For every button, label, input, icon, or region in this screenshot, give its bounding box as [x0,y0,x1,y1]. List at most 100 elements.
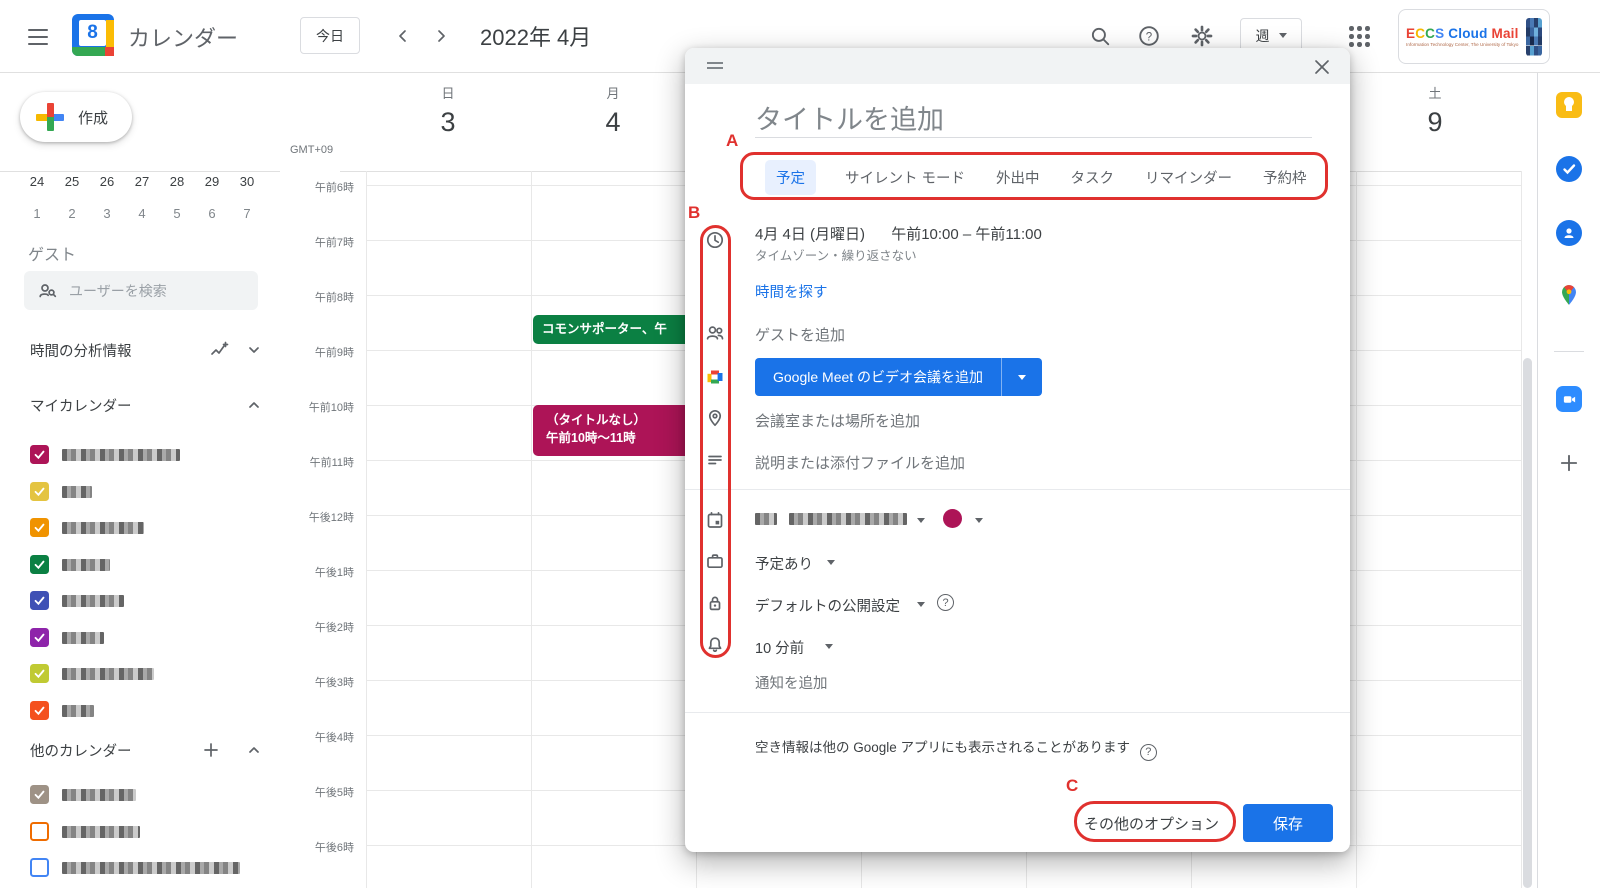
contacts-icon[interactable] [1555,219,1583,247]
save-button[interactable]: 保存 [1243,804,1333,842]
calendar-list-item[interactable] [0,858,280,880]
next-week-icon[interactable] [428,23,454,49]
event-type-tab[interactable]: 予約枠 [1261,160,1309,195]
today-button[interactable]: 今日 [300,17,360,54]
calendar-list-item[interactable] [0,628,280,650]
my-calendars-header[interactable]: マイカレンダー [0,393,280,417]
add-calendar-icon[interactable] [200,739,222,761]
calendar-list-item[interactable] [0,591,280,613]
calendar-checkbox[interactable] [30,664,49,683]
event-color-dot[interactable] [943,509,962,528]
event-type-tab[interactable]: 予定 [765,160,816,195]
calendar-checkbox[interactable] [30,858,49,877]
calendar-checkbox[interactable] [30,482,49,501]
event-time-range[interactable]: 午前10:00 – 午前11:00 [891,226,1042,243]
event-type-tab[interactable]: 外出中 [994,160,1042,195]
reminder-selector[interactable]: 10 分前 [755,637,804,658]
mini-calendar-day[interactable]: 30 [232,174,262,189]
mini-calendar-day[interactable]: 25 [57,174,87,189]
calendar-checkbox[interactable] [30,591,49,610]
mini-calendar-day[interactable]: 2 [57,206,87,221]
add-guests-field[interactable]: ゲストを追加 [755,324,845,345]
prev-week-icon[interactable] [390,23,416,49]
grid-scrollbar[interactable] [1523,358,1532,888]
calendar-list-item[interactable] [0,785,280,807]
event-common-supporter[interactable]: コモンサポーター、午 [533,315,692,344]
calendar-checkbox[interactable] [30,555,49,574]
day-number[interactable]: 3 [408,107,488,138]
tasks-icon[interactable] [1555,155,1583,183]
meet-options-dropdown[interactable] [1002,358,1042,396]
mini-calendar-day[interactable]: 6 [197,206,227,221]
other-calendars-header[interactable]: 他のカレンダー [0,738,280,762]
chevron-down-icon[interactable] [825,644,833,649]
mini-calendar-day[interactable]: 24 [22,174,52,189]
busy-status-selector[interactable]: 予定あり [755,553,813,574]
user-search-input[interactable] [67,282,237,300]
account-avatar[interactable] [1526,18,1542,56]
chevron-up-icon[interactable] [243,739,265,761]
visibility-help-icon[interactable]: ? [937,594,954,611]
chevron-down-icon[interactable] [917,602,925,607]
visibility-selector[interactable]: デフォルトの公開設定 [755,595,900,616]
calendar-checkbox[interactable] [30,518,49,537]
calendar-list-item[interactable] [0,701,280,723]
event-date[interactable]: 4月 4日 (月曜日) [755,226,865,243]
add-notification-field[interactable]: 通知を追加 [755,672,828,693]
calendar-list-item[interactable] [0,518,280,540]
google-apps-icon[interactable] [1347,24,1371,48]
note-help-icon[interactable]: ? [1140,744,1157,761]
get-addons-icon[interactable] [1555,449,1583,477]
calendar-list-item[interactable] [0,482,280,504]
add-location-field[interactable]: 会議室または場所を追加 [755,410,920,431]
time-insights-row[interactable]: 時間の分析情報 [0,338,280,362]
calendar-selector[interactable] [755,510,907,530]
day-header-sunday[interactable]: 日 3 [408,83,488,138]
mini-calendar-day[interactable]: 27 [127,174,157,189]
mini-calendar-day[interactable]: 3 [92,206,122,221]
calendar-checkbox[interactable] [30,822,49,841]
calendar-logo[interactable]: 8 [72,14,114,56]
user-search-box[interactable] [24,271,258,310]
add-description-field[interactable]: 説明または添付ファイルを追加 [755,452,965,473]
mini-calendar-day[interactable]: 4 [127,206,157,221]
add-meet-button[interactable]: Google Meet のビデオ会議を追加 [755,358,1042,396]
zoom-icon[interactable] [1555,385,1583,413]
more-options-button[interactable]: その他のオプション [1084,813,1219,834]
keep-icon[interactable] [1555,91,1583,119]
eccs-cloud-mail-badge[interactable]: ECCS Cloud Mail Information Technology C… [1398,9,1550,64]
mini-calendar-day[interactable]: 29 [197,174,227,189]
dialog-drag-bar[interactable] [685,48,1350,84]
chevron-down-icon[interactable] [243,339,265,361]
event-type-tab[interactable]: サイレント モード [843,160,967,195]
event-datetime-row[interactable]: 4月 4日 (月曜日) 午前10:00 – 午前11:00 [755,223,1042,244]
mini-calendar-day[interactable]: 26 [92,174,122,189]
title-input[interactable]: タイトルを追加 [755,98,1310,137]
create-button[interactable]: 作成 [20,92,132,142]
find-time-link[interactable]: 時間を探す [755,281,828,302]
settings-gear-icon[interactable] [1189,23,1215,49]
mini-calendar-day[interactable]: 7 [232,206,262,221]
calendar-list-item[interactable] [0,445,280,467]
main-menu-icon[interactable] [26,24,50,48]
event-type-tab[interactable]: リマインダー [1143,160,1234,195]
chevron-up-icon[interactable] [243,394,265,416]
drag-handle-icon[interactable] [707,62,723,72]
search-icon[interactable] [1087,23,1113,49]
day-number[interactable]: 9 [1395,107,1475,138]
calendar-list-item[interactable] [0,664,280,686]
close-icon[interactable] [1312,57,1332,77]
calendar-list-item[interactable] [0,555,280,577]
help-icon[interactable]: ? [1136,23,1162,49]
calendar-checkbox[interactable] [30,701,49,720]
chevron-down-icon[interactable] [827,560,835,565]
calendar-checkbox[interactable] [30,628,49,647]
day-number[interactable]: 4 [573,107,653,138]
day-header-monday[interactable]: 月 4 [573,83,653,138]
calendar-checkbox[interactable] [30,445,49,464]
timezone-recurrence-label[interactable]: タイムゾーン・繰り返さない [755,245,917,264]
event-type-tab[interactable]: タスク [1069,160,1117,195]
chevron-down-icon[interactable] [917,518,925,523]
maps-icon[interactable] [1555,281,1583,309]
add-meet-label[interactable]: Google Meet のビデオ会議を追加 [755,358,1002,396]
